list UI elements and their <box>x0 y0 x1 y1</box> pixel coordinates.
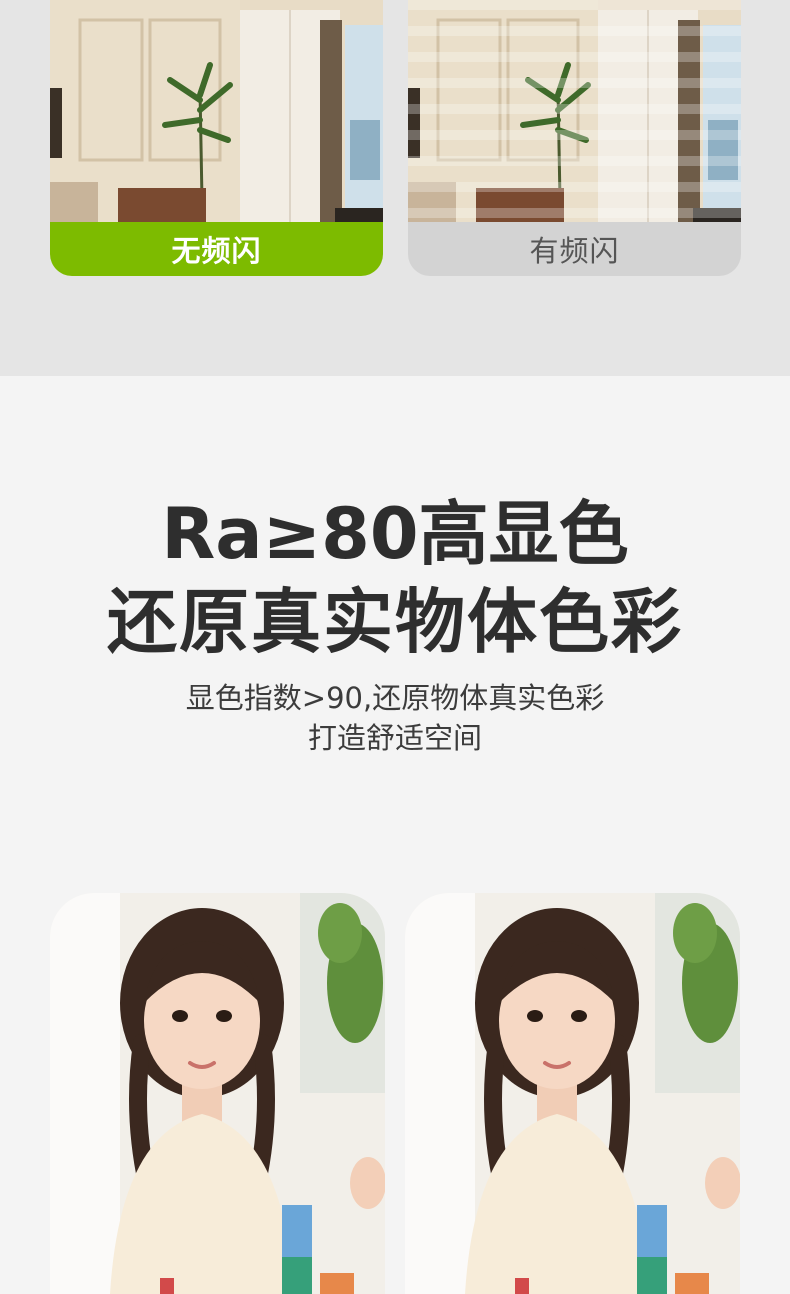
flicker-label: 有频闪 <box>408 222 741 276</box>
color-rendering-section: Ra≥80高显色 还原真实物体色彩 显色指数>90,还原物体真实色彩 打造舒适空… <box>0 376 790 1294</box>
girl-photo-left <box>50 893 385 1294</box>
room-photo-no-flicker <box>50 0 383 222</box>
headline-line-2: 还原真实物体色彩 <box>107 581 683 663</box>
subtitle-line-2: 打造舒适空间 <box>307 721 482 755</box>
subtitle-line-1: 显色指数>90,还原物体真实色彩 <box>185 681 605 715</box>
room-photo-flicker <box>408 0 741 222</box>
flicker-comparison-section: 无频闪 有频闪 <box>0 0 790 376</box>
no-flicker-label: 无频闪 <box>50 222 383 276</box>
girl-photo-right <box>405 893 740 1294</box>
headline-line-1: Ra≥80高显色 <box>161 493 629 575</box>
no-flicker-card: 无频闪 <box>50 0 383 276</box>
flicker-card: 有频闪 <box>408 0 741 276</box>
